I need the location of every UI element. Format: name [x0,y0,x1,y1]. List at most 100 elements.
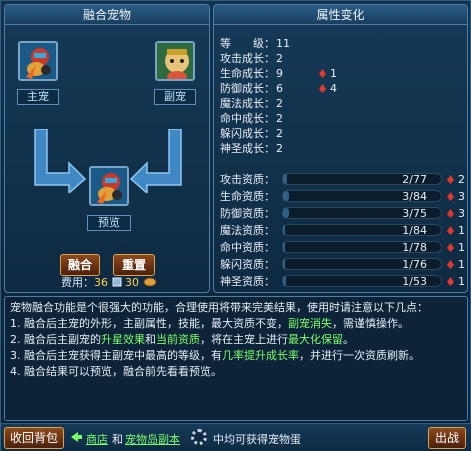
shop-arrow-icon [71,432,82,442]
sub-pet-icon [157,43,193,79]
growth-value: 2 [276,97,283,110]
aptitude-bar: 3/75 [282,207,442,220]
main-pet-slot[interactable] [18,41,58,81]
aptitude-label: 躲闪资质： [220,258,275,271]
aptitude-value: 2/77 [402,173,427,186]
aptitude-bar: 2/77 [282,173,442,186]
return-to-bag-button[interactable]: 收回背包 [4,427,64,449]
aptitude-value: 1/53 [402,275,427,288]
preview-label: 预览 [87,215,131,231]
growth-value: 2 [276,142,283,155]
aptitude-value: 3/75 [402,207,427,220]
text-segment: 。 [343,333,354,346]
aptitude-bonus-value: 3 [458,207,465,220]
growth-value: 9 [276,67,283,80]
aptitude-label: 神圣资质： [220,275,275,288]
red-gem-icon [447,226,454,235]
gold-icon [143,277,156,287]
aptitude-bonus-value: 1 [458,224,465,237]
pet-island-link[interactable]: 宠物岛副本 [125,431,180,447]
attribute-panel-title: 属性变化 [214,5,467,25]
right-arrow-icon [129,129,182,193]
red-gem-icon [319,69,326,78]
aptitude-bar-fill [283,259,286,269]
main-pet-icon [20,43,56,79]
main-pet-label: 主宠 [17,89,59,105]
sub-pet-label: 副宠 [154,89,196,105]
aptitude-bar-fill [283,191,289,201]
highlight-segment: 几率提升成长率 [222,349,299,362]
aptitude-row: 生命资质： 3/84 3 [220,190,465,203]
highlight-segment: 升星效果 [101,333,145,346]
aptitude-bonus-value: 1 [458,241,465,254]
growth-row: 攻击成长：2 [220,52,283,65]
text-segment: 3. 融合后主宠获得主副宠中最高的等级，有 [10,349,222,362]
red-gem-icon [319,84,326,93]
aptitude-bonus-value: 1 [458,258,465,271]
growth-row: 等 级：11 [220,37,290,50]
highlight-segment: 当前资质 [156,333,200,346]
growth-label: 生命成长： [220,67,275,80]
preview-pet-slot[interactable] [89,166,129,206]
gear-icon [191,429,207,445]
growth-row: 神圣成长：2 [220,142,283,155]
description-line-2: 2. 融合后主副宠的升星效果和当前资质，将在主宠上进行最大化保留。 [10,332,462,348]
aptitude-bar-fill [283,242,286,252]
aptitude-value: 1/76 [402,258,427,271]
aptitude-row: 魔法资质： 1/84 1 [220,224,465,237]
cost-value-1: 36 [94,276,108,289]
description-line-3: 3. 融合后主宠获得主副宠中最高的等级，有几率提升成长率，并进行一次资质刷新。 [10,348,462,364]
aptitude-row: 攻击资质： 2/77 2 [220,173,465,186]
growth-label: 攻击成长： [220,52,275,65]
shop-link[interactable]: 商店 [86,431,108,447]
cost-label: 费用： [61,276,94,289]
growth-label: 魔法成长： [220,97,275,110]
growth-label: 躲闪成长： [220,127,275,140]
text-segment: ，需谨慎操作。 [332,317,409,330]
aptitude-label: 生命资质： [220,190,275,203]
growth-value: 2 [276,127,283,140]
aptitude-bonus: 3 [447,190,465,203]
aptitude-bonus: 1 [447,258,465,271]
pet-fusion-window: 融合宠物 主宠 副宠 预览 融合 重置 费用：36 30 属性变化 等 级：11… [0,0,471,451]
aptitude-bonus: 1 [447,241,465,254]
growth-value: 2 [276,52,283,65]
aptitude-bar: 1/78 [282,241,442,254]
growth-value: 2 [276,112,283,125]
red-gem-icon [447,192,454,201]
red-gem-icon [447,209,454,218]
red-gem-icon [447,243,454,252]
text-segment: ，将在主宠上进行 [200,333,288,346]
sub-pet-slot[interactable] [155,41,195,81]
description-line-4: 4. 融合结果可以预览，融合前先看看预览。 [10,365,222,378]
fuse-button[interactable]: 融合 [60,254,100,276]
left-arrow-icon [34,129,87,193]
aptitude-label: 命中资质： [220,241,275,254]
aptitude-bar: 3/84 [282,190,442,203]
aptitude-bonus: 1 [447,224,465,237]
aptitude-bonus: 1 [447,275,465,288]
aptitude-bar-fill [283,225,285,235]
aptitude-value: 3/84 [402,190,427,203]
red-gem-icon [447,260,454,269]
growth-row: 生命成长：9 1 [220,67,337,80]
aptitude-label: 攻击资质： [220,173,275,186]
preview-pet-icon [91,168,127,204]
aptitude-bonus-value: 3 [458,190,465,203]
aptitude-row: 神圣资质： 1/53 1 [220,275,465,288]
text-segment: 2. 融合后主副宠的 [10,333,101,346]
aptitude-bonus: 2 [447,173,465,186]
aptitude-bar-fill [283,174,288,184]
reset-button[interactable]: 重置 [113,254,155,276]
aptitude-bar: 1/84 [282,224,442,237]
deploy-button[interactable]: 出战 [428,427,466,449]
growth-bonus-value: 4 [330,82,337,95]
aptitude-bar-fill [283,276,286,286]
text-segment: 1. 融合后主宠的外形，主副属性，技能，最大资质不变， [10,317,288,330]
growth-bonus-value: 1 [330,67,337,80]
fusion-panel: 融合宠物 主宠 副宠 预览 融合 重置 费用：36 30 [4,4,210,293]
egg-hint-text: 中均可获得宠物蛋 [213,433,301,446]
cost-row: 费用：36 30 [61,276,157,290]
and-text: 和 [112,433,123,446]
growth-label: 等 级： [220,37,275,50]
